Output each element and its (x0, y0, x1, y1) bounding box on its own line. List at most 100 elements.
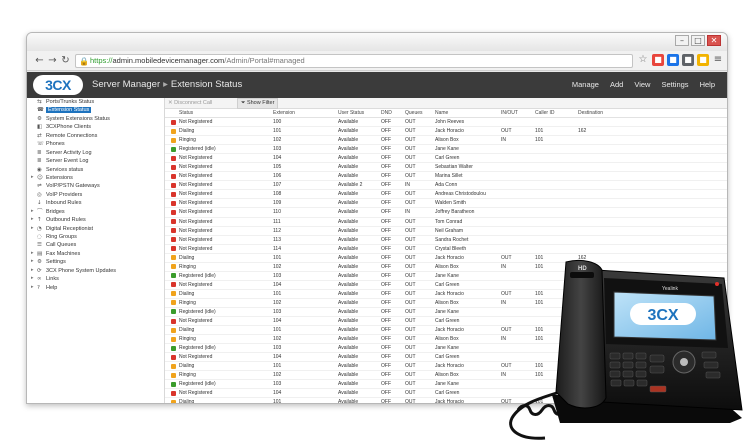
menu-add[interactable]: Add (610, 80, 623, 89)
table-row[interactable]: Not Registered 106 Available OFF OUT Marina S… (165, 172, 727, 182)
col-destination[interactable]: Destination (578, 109, 603, 118)
expand-arrow-icon[interactable]: ▸ (31, 250, 34, 256)
col-status[interactable]: Status (179, 109, 193, 118)
col-dnd[interactable]: DND (381, 109, 392, 118)
table-row[interactable]: Not Registered 109 Available OFF OUT Walden S… (165, 199, 727, 209)
expand-arrow-icon[interactable]: ▸ (31, 216, 34, 222)
table-row[interactable]: Registered (idle) 103 Available OFF OUT Jane … (165, 344, 727, 354)
extension-gray-icon[interactable]: ■ (682, 54, 694, 66)
col-caller-id[interactable]: Caller ID (535, 109, 554, 118)
status-indicator-icon (171, 345, 176, 351)
table-row[interactable]: Not Registered 114 Available OFF OUT Crystal … (165, 245, 727, 254)
sidebar-item-outbound-rules[interactable]: ▸ ↑ Outbound Rules (27, 216, 164, 224)
sidebar-item-fax-machines[interactable]: ▸ ▤ Fax Machines (27, 250, 164, 258)
table-row[interactable]: Not Registered 105 Available OFF OUT Sebastia… (165, 163, 727, 173)
table-row[interactable]: Not Registered 104 Available OFF OUT Carl Gre… (165, 353, 727, 363)
sidebar-item-digital-receptionist[interactable]: ▸ ◔ Digital Receptionist (27, 225, 164, 233)
sidebar-item-system-extensions-status[interactable]: ⚙ System Extensions Status (27, 115, 164, 123)
table-row[interactable]: Not Registered 100 Available OFF OUT John Ree… (165, 118, 727, 128)
sidebar-item-server-event-log[interactable]: ≣ Server Event Log (27, 157, 164, 165)
expand-arrow-icon[interactable]: ▸ (31, 275, 34, 281)
table-row[interactable]: Not Registered 112 Available OFF OUT Neil Gra… (165, 227, 727, 236)
table-row[interactable]: Dialing 101 Available OFF OUT Jack Horacio OUT… (165, 127, 727, 137)
sidebar-item-remote-connections[interactable]: ⇄ Remote Connections (27, 132, 164, 140)
table-row[interactable]: Dialing 101 Available OFF OUT Jack Horacio OUT… (165, 254, 727, 263)
maximize-icon[interactable]: □ (691, 35, 705, 46)
sidebar-item-settings[interactable]: ▸ ⚙ Settings (27, 258, 164, 266)
expand-arrow-icon[interactable]: ▸ (31, 258, 34, 264)
sidebar-item-3cx-phone-system-updates[interactable]: ▸ ⟳ 3CX Phone System Updates (27, 267, 164, 275)
table-row[interactable]: Dialing 101 Available OFF OUT Jack Horacio OUT… (165, 326, 727, 336)
disconnect-call-button[interactable]: ✕ Disconnect Call (168, 98, 212, 109)
sidebar-item-phones[interactable]: ☏ Phones (27, 140, 164, 148)
extension-blue-icon[interactable]: ■ (667, 54, 679, 66)
col-in-out[interactable]: IN/OUT (501, 109, 518, 118)
sidebar-item-server-activity-log[interactable]: ≣ Server Activity Log (27, 149, 164, 157)
sidebar-item-call-queues[interactable]: ☰ Call Queues (27, 241, 164, 249)
close-icon[interactable]: ✕ (707, 35, 721, 46)
table-row[interactable]: Registered (idle) 103 Available OFF OUT Jane … (165, 308, 727, 318)
col-queues[interactable]: Queues (405, 109, 423, 118)
table-row[interactable]: Not Registered 110 Available OFF IN Joffrey B… (165, 208, 727, 218)
address-bar[interactable]: 🔒 https://admin.mobiledevicemanager.com/… (75, 54, 633, 68)
menu-view[interactable]: View (634, 80, 650, 89)
sidebar-item-ring-groups[interactable]: ◌ Ring Groups (27, 233, 164, 241)
status-indicator-icon (171, 273, 176, 279)
extension-red-icon[interactable]: ■ (652, 54, 664, 66)
expand-arrow-icon[interactable]: ▸ (31, 225, 34, 231)
table-row[interactable]: Ringing 102 Available OFF OUT Alison Box IN 101 (165, 136, 727, 146)
minimize-icon[interactable]: – (675, 35, 689, 46)
table-row[interactable]: Not Registered 111 Available OFF OUT Tom Conr… (165, 218, 727, 227)
menu-help[interactable]: Help (700, 80, 715, 89)
table-row[interactable]: Registered (idle) 103 Available OFF OUT Jane … (165, 380, 727, 390)
back-icon[interactable]: ← (33, 54, 46, 67)
extension-yellow-icon[interactable]: ■ (697, 54, 709, 66)
reload-icon[interactable]: ↻ (59, 54, 72, 67)
table-row[interactable]: Ringing 102 Available OFF OUT Alison Box IN 101 (165, 263, 727, 272)
col-user-status[interactable]: User Status (338, 109, 364, 118)
sidebar-item-extension-status[interactable]: ☎ Extension Status (27, 106, 164, 114)
table-row[interactable]: Not Registered 104 Available OFF OUT Carl Gre… (165, 389, 727, 399)
expand-arrow-icon[interactable]: ▸ (31, 208, 34, 214)
table-row[interactable]: Not Registered 108 Available OFF OUT Andreas … (165, 190, 727, 200)
col-name[interactable]: Name (435, 109, 448, 118)
expand-arrow-icon[interactable]: ▸ (31, 174, 34, 180)
expand-arrow-icon[interactable]: ▸ (31, 284, 34, 290)
star-icon[interactable]: ☆ (637, 54, 649, 66)
sidebar-item-links[interactable]: ▸ ∞ Links (27, 275, 164, 283)
sidebar-item-ports-trunks-status[interactable]: ⇆ Ports/Trunks Status (27, 98, 164, 106)
table-row[interactable]: Ringing 102 Available OFF OUT Alison Box IN 101 (165, 299, 727, 308)
cell-dnd: OFF (381, 399, 391, 404)
gateway-icon: ⇌ (37, 183, 42, 190)
sidebar-item-help[interactable]: ▸? Help (27, 284, 164, 292)
cell-extension: 101 (273, 363, 282, 370)
sidebar-item-voip-providers[interactable]: ◎ VoIP Providers (27, 191, 164, 199)
table-row[interactable]: Dialing 101 Available OFF OUT Jack Horacio OUT… (165, 362, 727, 372)
expand-arrow-icon[interactable]: ▸ (31, 267, 34, 273)
status-indicator-icon (171, 200, 176, 206)
sidebar-item-extensions[interactable]: ▸ ☺ Extensions (27, 174, 164, 182)
browser-menu-icon[interactable]: ≡ (712, 54, 724, 66)
sidebar-item-3cxphone-clients[interactable]: ◧ 3CXPhone Clients (27, 123, 164, 131)
col-extension[interactable]: Extension (273, 109, 295, 118)
table-row[interactable]: Not Registered 107 Available 2 OFF IN Ada Con… (165, 181, 727, 191)
table-row[interactable]: Not Registered 113 Available OFF OUT Sandra R… (165, 236, 727, 245)
table-row[interactable]: Dialing 101 Available OFF OUT Jack Horacio OUT… (165, 290, 727, 299)
menu-settings[interactable]: Settings (661, 80, 688, 89)
forward-icon[interactable]: → (46, 54, 59, 67)
table-row[interactable]: Not Registered 104 Available OFF OUT Carl Gre… (165, 317, 727, 327)
menu-manage[interactable]: Manage (572, 80, 599, 89)
table-row[interactable]: Not Registered 104 Available OFF OUT Carl Gre… (165, 281, 727, 290)
phone-icon: ☏ (37, 141, 44, 148)
table-row[interactable]: Dialing 101 Available OFF OUT Jack Horacio OUT… (165, 398, 727, 404)
sidebar-item-inbound-rules[interactable]: ↓ Inbound Rules (27, 199, 164, 207)
table-row[interactable]: Not Registered 104 Available OFF OUT Carl Gre… (165, 154, 727, 164)
table-row[interactable]: Ringing 102 Available OFF OUT Alison Box IN 101 (165, 371, 727, 381)
table-row[interactable]: Ringing 102 Available OFF OUT Alison Box IN 101 (165, 335, 727, 345)
table-row[interactable]: Registered (idle) 103 Available OFF OUT Jane … (165, 145, 727, 155)
sidebar-item-services-status[interactable]: ◉ Services status (27, 166, 164, 174)
show-filter-button[interactable]: ⏷ Show Filter (237, 98, 279, 109)
sidebar-item-bridges[interactable]: ▸ ⌒ Bridges (27, 208, 164, 216)
sidebar-item-voip-pstn-gateways[interactable]: ⇌ VoIP/PSTN Gateways (27, 182, 164, 190)
table-row[interactable]: Registered (idle) 103 Available OFF OUT Jane … (165, 272, 727, 281)
